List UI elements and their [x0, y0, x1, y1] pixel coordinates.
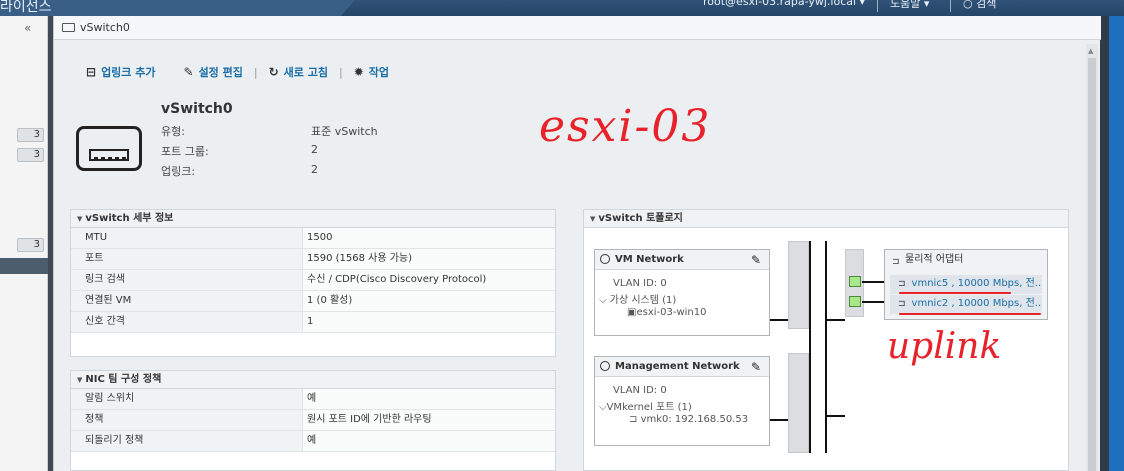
license-label[interactable]: 라이선스: [0, 0, 52, 16]
nic-teaming-card: ▼ NIC 팀 구성 정책 알림 스위치 예 정책 원시 포트 ID에 기반한 라우팅…: [70, 370, 556, 471]
table-row: 되돌리기 정책 예: [71, 431, 555, 452]
connector-line: [862, 301, 884, 303]
connector-line: [827, 415, 845, 417]
portgroup-name: VM Network: [615, 254, 684, 265]
switch-bar: [788, 353, 809, 453]
gear-icon: ✹: [353, 65, 364, 79]
table-row: 링크 검색 수신 / CDP(Cisco Discovery Protocol): [71, 270, 555, 291]
nic-icon: ⊐: [898, 279, 906, 289]
vm-list-toggle[interactable]: ⌵ 가상 시스템 (1): [599, 291, 676, 306]
header-divider: [877, 0, 878, 12]
vswitch-icon: [76, 126, 142, 171]
scroll-up-icon[interactable]: ▲: [1088, 47, 1093, 55]
right-edge-strip: [1109, 16, 1124, 471]
type-value: 표준 vSwitch: [311, 125, 378, 138]
nic-icon: ⊐: [898, 299, 906, 309]
edit-settings-label: 설정 편집: [198, 66, 243, 79]
search-button[interactable]: ○ 검색: [963, 0, 996, 11]
vswitch-details-header[interactable]: ▼ vSwitch 세부 정보: [71, 210, 555, 228]
red-underline-annotation: [899, 313, 1041, 315]
table-row: 정책 원시 포트 ID에 기반한 라우팅: [71, 410, 555, 431]
vm-network-portgroup[interactable]: VM Network ✎ VLAN ID: 0 ⌵ 가상 시스템 (1) ▣es…: [594, 249, 770, 336]
vlan-id: VLAN ID: 0: [613, 278, 667, 289]
vmnic2-item[interactable]: ⊐ vmnic2 , 10000 Mbps, 전...: [890, 295, 1042, 314]
vm-item[interactable]: ▣esxi-03-win10: [627, 307, 706, 318]
scrollbar-thumb[interactable]: [1088, 58, 1096, 471]
count-badge: 3: [17, 238, 44, 252]
vswitch-details-card: ▼ vSwitch 세부 정보 MTU 1500 포트 1590 (1568 사용 가…: [70, 209, 556, 357]
toolbar-divider: |: [253, 65, 258, 79]
right-edge: [1100, 16, 1124, 471]
vmk-item[interactable]: ⊐ vmk0: 192.168.50.53: [629, 414, 748, 425]
connector-line: [827, 319, 845, 321]
physical-adapters-box: ⊐ 물리적 어댑터 ⊐ vmnic5 , 10000 Mbps, 전... ⊐ vm…: [884, 249, 1048, 320]
switch-icon: [62, 23, 75, 32]
user-menu[interactable]: root@esxi-03.rapa-ywj.local ▾: [703, 0, 865, 8]
handwritten-uplink-annotation: uplink: [887, 326, 1002, 367]
header-divider: [950, 0, 951, 12]
connector-line: [862, 281, 884, 283]
uplink-icon: ⊟: [86, 65, 97, 79]
switch-bar: [788, 241, 809, 329]
navigator-panel: « 3 3 3: [0, 16, 48, 471]
switch-backbone-line: [825, 241, 827, 453]
portgroups-value: 2: [311, 143, 318, 156]
help-menu[interactable]: 도움말 ▾: [890, 0, 929, 11]
nic-icon: ⊐: [892, 257, 900, 267]
edit-pencil-icon[interactable]: ✎: [751, 358, 761, 377]
management-network-portgroup[interactable]: Management Network ✎ VLAN ID: 0 ⌵VMkerne…: [594, 356, 770, 446]
actions-button[interactable]: ✹ 작업: [354, 64, 389, 80]
window-titlebar: vSwitch0: [54, 16, 1101, 40]
refresh-label: 새로 고침: [283, 66, 328, 79]
toolbar: ⊟ 업링크 추가 ✎ 설정 편집 | ↻ 새로 고침 | ✹ 작업: [86, 64, 389, 80]
physical-adapters-header: ⊐ 물리적 어댑터: [885, 250, 1047, 270]
uplinks-label: 업링크:: [161, 165, 196, 178]
toolbar-divider: |: [338, 65, 343, 79]
table-row: 알림 스위치 예: [71, 389, 555, 410]
collapse-triangle-icon[interactable]: ▼: [590, 215, 595, 223]
window-title: vSwitch0: [80, 21, 130, 34]
portgroups-label: 포트 그룹:: [161, 145, 209, 158]
collapse-triangle-icon[interactable]: ▼: [77, 215, 82, 223]
table-row: MTU 1500: [71, 228, 555, 249]
table-row: 연결된 VM 1 (0 활성): [71, 291, 555, 312]
actions-label: 작업: [368, 66, 389, 79]
brand-tab: [0, 0, 355, 16]
add-uplink-button[interactable]: ⊟ 업링크 추가: [86, 64, 156, 80]
portgroup-icon: [600, 254, 610, 264]
vmkernel-list-toggle[interactable]: ⌵VMkernel 포트 (1): [599, 398, 692, 413]
topology-header[interactable]: ▼ vSwitch 토폴로지: [584, 210, 1068, 228]
type-label: 유형:: [161, 125, 185, 138]
collapse-triangle-icon[interactable]: ▼: [77, 376, 82, 384]
main-panel: vSwitch0 ▲ ⊟ 업링크 추가 ✎ 설정 편집 | ↻ 새로 고침 | …: [53, 16, 1101, 471]
refresh-button[interactable]: ↻ 새로 고침: [269, 64, 328, 80]
collapse-icon[interactable]: «: [24, 21, 31, 35]
uplink-port[interactable]: [849, 276, 861, 287]
portgroup-name: Management Network: [615, 361, 740, 372]
pencil-icon: ✎: [183, 65, 194, 79]
vlan-id: VLAN ID: 0: [613, 385, 667, 396]
count-badge: 3: [17, 128, 44, 142]
red-underline-annotation: [899, 292, 1011, 294]
table-row: 포트 1590 (1568 사용 가능): [71, 249, 555, 270]
nic-icon: ⊐: [629, 414, 641, 425]
vertical-scrollbar[interactable]: ▲: [1086, 44, 1098, 471]
refresh-icon: ↻: [268, 65, 279, 79]
nic-teaming-header[interactable]: ▼ NIC 팀 구성 정책: [71, 371, 555, 389]
switch-backbone-line: [809, 241, 811, 453]
uplinks-value: 2: [311, 163, 318, 176]
table-row: 신호 간격 1: [71, 312, 555, 333]
top-header: 라이선스 root@esxi-03.rapa-ywj.local ▾ 도움말 ▾…: [0, 0, 1124, 16]
uplink-port[interactable]: [849, 296, 861, 307]
handwritten-host-annotation: esxi-03: [539, 101, 712, 152]
edit-settings-button[interactable]: ✎ 설정 편집: [184, 64, 243, 80]
navigator-selected-item[interactable]: [0, 258, 48, 274]
portgroup-icon: [600, 361, 610, 371]
add-uplink-label: 업링크 추가: [101, 66, 156, 79]
count-badge: 3: [17, 148, 44, 162]
vswitch-name: vSwitch0: [161, 101, 233, 117]
edit-pencil-icon[interactable]: ✎: [751, 251, 761, 270]
